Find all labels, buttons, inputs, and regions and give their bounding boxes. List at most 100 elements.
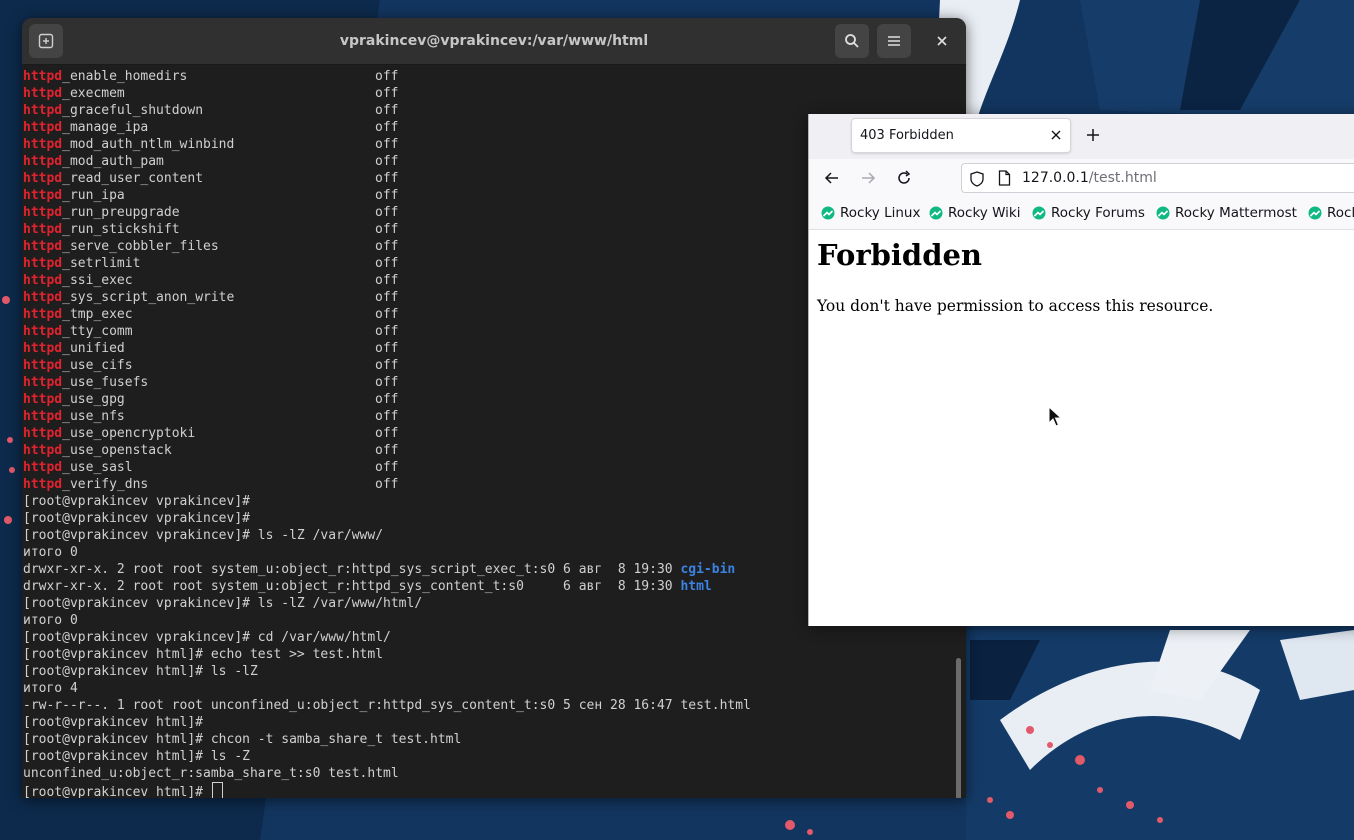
- boolean-prefix: httpd: [23, 222, 63, 237]
- bookmark-item[interactable]: Rocky Linux: [821, 197, 920, 229]
- boolean-value: off: [375, 205, 399, 220]
- browser-window[interactable]: 403 Forbidden 127.0.0.1/test.html Rocky …: [808, 114, 1354, 626]
- boolean-name: _use_gpg: [62, 392, 125, 407]
- boolean-name: _tmp_exec: [62, 307, 133, 322]
- bookmark-item[interactable]: Rocky Wiki: [929, 197, 1020, 229]
- rocky-logo-icon: [821, 206, 835, 220]
- boolean-name: _setrlimit: [62, 256, 141, 271]
- boolean-value: off: [375, 69, 399, 84]
- boolean-value: off: [375, 273, 399, 288]
- url-path: /test.html: [1088, 170, 1157, 186]
- boolean-value: off: [375, 120, 399, 135]
- terminal-line: [root@vprakincev html]# ls -Z: [23, 749, 250, 764]
- bookmark-item[interactable]: Rocky Forums: [1032, 197, 1145, 229]
- boolean-value: off: [375, 443, 399, 458]
- boolean-prefix: httpd: [23, 154, 63, 169]
- boolean-value: off: [375, 239, 399, 254]
- terminal-line: итого 4: [23, 681, 78, 696]
- boolean-row: httpd_execmem off: [23, 85, 953, 102]
- boolean-value: off: [375, 188, 399, 203]
- menu-button[interactable]: [877, 24, 911, 58]
- page-message: You don't have permission to access this…: [817, 297, 1214, 315]
- boolean-value: off: [375, 409, 399, 424]
- close-tab-icon[interactable]: [1050, 129, 1062, 141]
- boolean-value: off: [375, 375, 399, 390]
- new-tab-icon: [38, 33, 54, 49]
- boolean-value: off: [375, 307, 399, 322]
- rocky-logo-icon: [1156, 206, 1170, 220]
- search-icon: [845, 34, 859, 48]
- boolean-prefix: httpd: [23, 256, 63, 271]
- boolean-prefix: httpd: [23, 239, 63, 254]
- terminal-line: -rw-r--r--. 1 root root unconfined_u:obj…: [23, 698, 751, 713]
- forward-arrow-icon[interactable]: [860, 170, 876, 186]
- boolean-value: off: [375, 103, 399, 118]
- boolean-value: off: [375, 324, 399, 339]
- boolean-prefix: httpd: [23, 290, 63, 305]
- bookmark-item[interactable]: Rocky Mattermost: [1156, 197, 1297, 229]
- shield-icon[interactable]: [970, 171, 984, 187]
- boolean-prefix: httpd: [23, 103, 63, 118]
- boolean-prefix: httpd: [23, 171, 63, 186]
- rocky-logo-icon: [1308, 206, 1322, 220]
- boolean-value: off: [375, 137, 399, 152]
- boolean-name: _read_user_content: [62, 171, 204, 186]
- boolean-name: _use_cifs: [62, 358, 133, 373]
- hamburger-menu-icon: [888, 36, 900, 46]
- boolean-prefix: httpd: [23, 307, 63, 322]
- boolean-name: _use_fusefs: [62, 375, 149, 390]
- boolean-value: off: [375, 154, 399, 169]
- boolean-prefix: httpd: [23, 86, 63, 101]
- rocky-logo-icon: [929, 206, 943, 220]
- boolean-prefix: httpd: [23, 205, 63, 220]
- rocky-logo-icon: [1032, 206, 1046, 220]
- directory-name: cgi-bin: [680, 562, 736, 577]
- boolean-value: off: [375, 171, 399, 186]
- tab-active[interactable]: 403 Forbidden: [851, 118, 1071, 153]
- boolean-name: _use_openstack: [62, 443, 172, 458]
- url-host: 127.0.0.1: [1022, 170, 1089, 186]
- boolean-prefix: httpd: [23, 188, 63, 203]
- terminal-header-bar: vprakincev@vprakincev:/var/www/html: [22, 18, 966, 65]
- back-arrow-icon[interactable]: [824, 170, 840, 186]
- terminal-line: [root@vprakincev html]# chcon -t samba_s…: [23, 732, 462, 747]
- boolean-name: _sys_script_anon_write: [62, 290, 235, 305]
- bookmark-item[interactable]: Rock: [1308, 197, 1354, 229]
- boolean-value: off: [375, 392, 399, 407]
- navigation-toolbar: 127.0.0.1/test.html: [809, 159, 1354, 197]
- bookmarks-toolbar: Rocky Linux Rocky Wiki Rocky Forums Rocky M…: [809, 197, 1354, 230]
- search-button[interactable]: [835, 24, 869, 58]
- boolean-row: httpd_enable_homedirs off: [23, 68, 953, 85]
- prompt: [root@vprakincev html]#: [23, 785, 211, 798]
- bookmark-label: Rocky Linux: [840, 205, 921, 221]
- terminal-prompt-line[interactable]: [root@vprakincev html]#: [23, 782, 953, 798]
- boolean-name: _use_sasl: [62, 460, 133, 475]
- url-bar[interactable]: 127.0.0.1/test.html: [961, 163, 1354, 193]
- boolean-name: _use_opencryptoki: [62, 426, 196, 441]
- boolean-prefix: httpd: [23, 273, 63, 288]
- new-tab-button[interactable]: [29, 24, 63, 58]
- terminal-line: [root@vprakincev vprakincev]# cd /var/ww…: [23, 630, 391, 645]
- boolean-name: _graceful_shutdown: [62, 103, 204, 118]
- boolean-name: _unified: [62, 341, 125, 356]
- bookmark-label: Rocky Mattermost: [1175, 205, 1297, 221]
- reload-icon[interactable]: [896, 170, 912, 186]
- boolean-prefix: httpd: [23, 69, 63, 84]
- mouse-pointer-icon: [1048, 406, 1062, 427]
- boolean-name: _mod_auth_ntlm_winbind: [62, 137, 235, 152]
- boolean-prefix: httpd: [23, 137, 63, 152]
- boolean-prefix: httpd: [23, 477, 63, 492]
- terminal-scrollbar[interactable]: [956, 658, 961, 798]
- boolean-prefix: httpd: [23, 460, 63, 475]
- bookmark-label: Rocky Forums: [1051, 205, 1145, 221]
- boolean-name: _mod_auth_pam: [62, 154, 164, 169]
- boolean-name: _manage_ipa: [62, 120, 149, 135]
- boolean-value: off: [375, 477, 399, 492]
- text-cursor: [211, 782, 223, 798]
- boolean-value: off: [375, 426, 399, 441]
- boolean-name: _run_ipa: [62, 188, 125, 203]
- boolean-prefix: httpd: [23, 443, 63, 458]
- plus-icon[interactable]: [1085, 127, 1101, 143]
- page-icon[interactable]: [998, 170, 1011, 186]
- close-window-button[interactable]: [925, 24, 959, 58]
